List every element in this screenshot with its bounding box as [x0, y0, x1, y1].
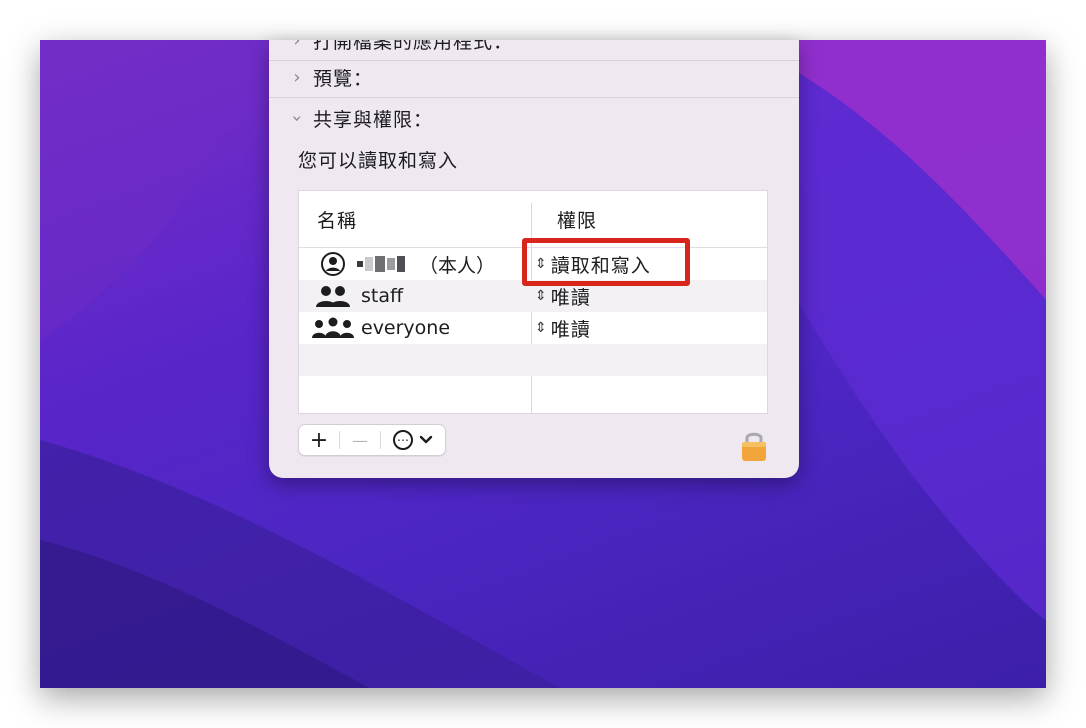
- add-button[interactable]: +: [299, 425, 339, 455]
- redacted-username: [357, 256, 405, 272]
- ellipsis-circle-icon: ⋯: [393, 430, 413, 450]
- group-name: staff: [361, 285, 404, 307]
- user-name: （本人）: [419, 254, 496, 277]
- section-label: 共享與權限：: [313, 108, 434, 131]
- permission-select[interactable]: ⇕ 唯讀: [535, 312, 591, 344]
- permission-summary: 您可以讀取和寫入: [298, 150, 459, 172]
- remove-button[interactable]: —: [340, 425, 380, 455]
- highlight-annotation: [522, 238, 690, 286]
- table-row[interactable]: everyone ⇕ 唯讀: [299, 312, 767, 344]
- table-action-buttons: + — ⋯: [298, 424, 446, 456]
- permissions-table: 名稱 權限 （本人） ⇕ 讀取和寫入 staff ⇕ 唯讀 everyone ⇕…: [298, 190, 768, 414]
- group-name: everyone: [361, 317, 451, 339]
- section-label: 打開檔案的應用程式：: [313, 40, 514, 53]
- empty-row: [299, 344, 767, 376]
- chevron-right-icon[interactable]: ›: [283, 67, 311, 88]
- lock-icon[interactable]: [739, 428, 769, 462]
- section-sharing-permissions[interactable]: › 共享與權限：: [269, 98, 799, 138]
- empty-row: [299, 376, 767, 408]
- up-down-arrows-icon: ⇕: [535, 288, 547, 304]
- permission-value: 唯讀: [550, 286, 591, 309]
- person-circle-icon: [309, 251, 357, 277]
- chevron-right-icon[interactable]: ›: [283, 40, 311, 51]
- section-preview[interactable]: › 預覽：: [269, 57, 799, 98]
- group-people-icon: [309, 316, 357, 340]
- chevron-down-icon: [419, 435, 433, 444]
- section-label: 預覽：: [313, 67, 374, 90]
- more-actions-button[interactable]: ⋯: [381, 425, 445, 455]
- chevron-down-icon[interactable]: ›: [287, 104, 308, 132]
- up-down-arrows-icon: ⇕: [535, 320, 547, 336]
- column-header-name[interactable]: 名稱: [317, 191, 357, 247]
- permission-value: 唯讀: [550, 318, 591, 341]
- two-people-icon: [309, 284, 357, 308]
